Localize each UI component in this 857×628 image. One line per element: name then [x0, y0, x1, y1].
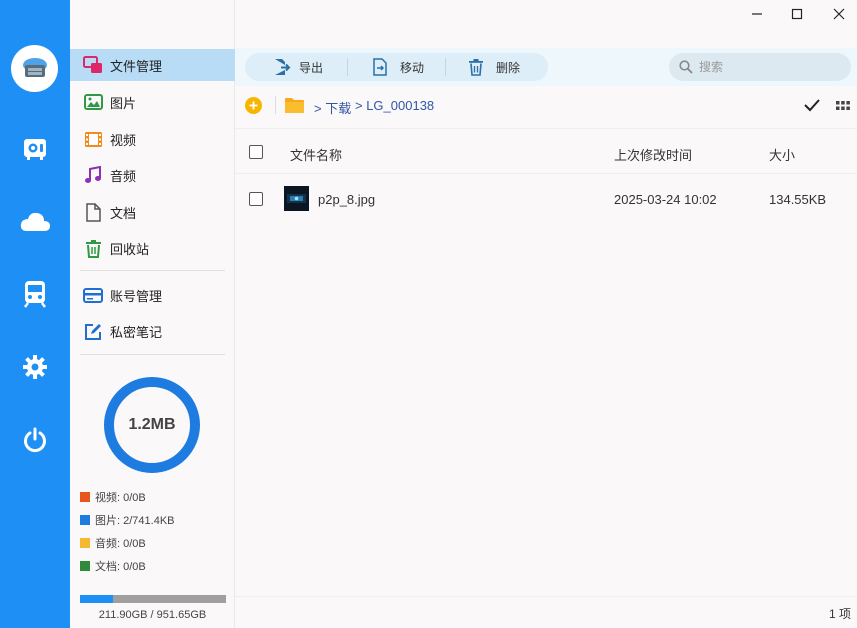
storage-used-label: 1.2MB	[128, 416, 176, 433]
nav-divider	[80, 270, 225, 271]
legend-video: 视频: 0/0B	[80, 489, 146, 505]
file-name: p2p_8.jpg	[318, 192, 376, 207]
export-icon	[275, 59, 291, 75]
legend-documents: 文档: 0/0B	[80, 558, 146, 574]
breadcrumb-current-folder[interactable]: > LG_000138	[355, 98, 434, 113]
maximize-icon[interactable]	[786, 3, 808, 25]
delete-button[interactable]: 删除	[446, 53, 546, 81]
header-modified[interactable]: 上次修改时间	[614, 145, 692, 164]
table-header: 文件名称 上次修改时间 大小	[235, 128, 857, 174]
legend-label: 音频: 0/0B	[95, 538, 146, 550]
legend-label: 视频: 0/0B	[95, 492, 146, 504]
nav-label: 文件管理	[110, 58, 163, 74]
grid-view-icon[interactable]	[836, 99, 850, 117]
select-all-checkbox[interactable]	[249, 145, 263, 159]
side-nav: 文件管理 图片 视频 音频 文档 回收站 账号管理 私密笔记 1.2MB 视频:…	[70, 0, 235, 628]
nav-label: 图片	[110, 95, 137, 111]
select-mode-check-icon[interactable]	[804, 98, 820, 117]
disk-usage-fill	[80, 595, 113, 603]
minimize-icon[interactable]	[746, 3, 768, 25]
search-input[interactable]	[699, 60, 839, 74]
document-icon	[83, 202, 103, 222]
disk-usage-bar	[80, 595, 226, 603]
path-bar: > 下载 > LG_000138	[235, 90, 857, 122]
table-row[interactable]: p2p_8.jpg 2025-03-24 10:02 134.55KB	[235, 176, 857, 222]
legend-audio: 音频: 0/0B	[80, 535, 146, 551]
folder-icon[interactable]	[284, 97, 305, 119]
legend-label: 文档: 0/0B	[95, 561, 146, 573]
nav-item-accounts[interactable]: 账号管理	[70, 279, 235, 311]
transfer-icon[interactable]	[17, 276, 53, 312]
path-divider	[275, 96, 276, 114]
nav-divider	[80, 354, 225, 355]
music-icon	[83, 165, 103, 185]
main-panel: 导出 移动 删除 > 下载 > LG_000138	[235, 0, 857, 628]
nav-item-images[interactable]: 图片	[70, 86, 235, 118]
legend-swatch	[80, 561, 90, 571]
file-manager-icon	[83, 55, 103, 75]
cloud-icon[interactable]	[17, 204, 53, 240]
nav-item-file-manager[interactable]: 文件管理	[70, 49, 235, 81]
header-size[interactable]: 大小	[769, 145, 795, 164]
nav-item-videos[interactable]: 视频	[70, 123, 235, 155]
nav-label: 文档	[110, 205, 137, 221]
trash-icon	[83, 238, 103, 258]
legend-swatch	[80, 492, 90, 502]
status-bar: 1 项	[235, 596, 857, 628]
search-icon	[679, 60, 693, 74]
disk-usage-text: 211.90GB / 951.65GB	[98, 609, 207, 621]
delete-label: 删除	[496, 60, 521, 75]
legend-images: 图片: 2/741.4KB	[80, 512, 175, 528]
nav-item-recycle-bin[interactable]: 回收站	[70, 232, 235, 264]
move-icon	[373, 58, 387, 76]
move-label: 移动	[400, 60, 425, 75]
file-thumbnail	[284, 186, 309, 211]
video-icon	[83, 129, 103, 149]
add-folder-icon[interactable]	[245, 97, 262, 114]
nav-item-audio[interactable]: 音频	[70, 159, 235, 191]
item-count: 1 项	[828, 607, 851, 621]
search-box	[669, 53, 851, 81]
export-button[interactable]: 导出	[245, 53, 347, 81]
nav-label: 回收站	[110, 241, 150, 257]
export-label: 导出	[299, 60, 324, 75]
gear-icon[interactable]	[17, 349, 53, 385]
app-rail	[0, 0, 70, 628]
file-size: 134.55KB	[769, 192, 827, 207]
row-checkbox[interactable]	[249, 192, 263, 206]
nav-label: 视频	[110, 132, 137, 148]
close-icon[interactable]	[828, 3, 850, 25]
image-icon	[83, 92, 103, 112]
breadcrumb-downloads[interactable]: > 下载	[314, 98, 351, 117]
delete-icon	[469, 59, 483, 76]
legend-swatch	[80, 538, 90, 548]
action-toolbar: 导出 移动 删除	[245, 53, 548, 81]
file-modified: 2025-03-24 10:02	[614, 192, 717, 207]
nav-label: 音频	[110, 168, 137, 184]
legend-swatch	[80, 515, 90, 525]
account-card-icon	[83, 285, 103, 305]
nav-label: 私密笔记	[110, 324, 163, 340]
app-logo-icon[interactable]	[11, 45, 58, 92]
power-icon[interactable]	[17, 422, 53, 458]
header-name[interactable]: 文件名称	[290, 145, 342, 164]
move-button[interactable]: 移动	[348, 53, 445, 81]
safe-box-icon[interactable]	[17, 130, 53, 166]
nav-label: 账号管理	[110, 288, 163, 304]
nav-item-private-notes[interactable]: 私密笔记	[70, 315, 235, 347]
note-edit-icon	[83, 321, 103, 341]
legend-label: 图片: 2/741.4KB	[95, 515, 175, 527]
nav-item-documents[interactable]: 文档	[70, 196, 235, 228]
